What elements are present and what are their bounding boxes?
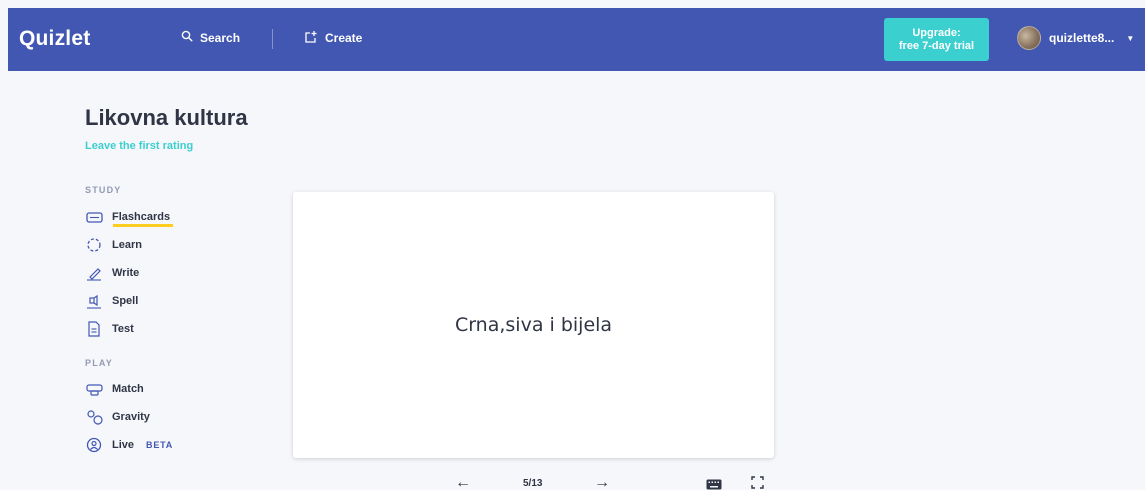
write-icon — [85, 265, 103, 281]
leave-rating-link[interactable]: Leave the first rating — [85, 140, 193, 152]
create-icon — [304, 30, 318, 46]
sidebar-item-gravity[interactable]: Gravity — [85, 409, 150, 425]
flashcard[interactable]: Crna,siva i bijela — [293, 192, 774, 458]
arrow-right-icon[interactable]: → — [594, 474, 610, 490]
flashcards-icon — [85, 209, 103, 225]
sidebar-item-label: Write — [112, 267, 140, 279]
keyboard-icon[interactable] — [706, 477, 722, 490]
top-navigation-bar: Quizlet Search Create Upgrade: free 7-da… — [8, 8, 1145, 71]
sidebar-item-label: Gravity — [112, 411, 150, 423]
nav-divider — [272, 29, 273, 49]
avatar — [1017, 26, 1041, 50]
sidebar-item-test[interactable]: Test — [85, 321, 134, 337]
card-counter: 5/13 — [523, 478, 543, 489]
test-icon — [85, 321, 103, 337]
sidebar-item-spell[interactable]: Spell — [85, 293, 138, 309]
sidebar-item-match[interactable]: Match — [85, 381, 144, 397]
spell-icon — [85, 293, 103, 309]
gravity-icon — [85, 409, 103, 425]
sidebar-item-label: Spell — [112, 295, 139, 307]
create-button[interactable]: Create — [304, 30, 362, 46]
user-menu[interactable]: quizlette8... ▼ — [1017, 26, 1134, 50]
sidebar-item-live[interactable]: Live BETA — [85, 437, 173, 453]
search-icon — [181, 30, 193, 45]
create-label: Create — [325, 31, 363, 45]
beta-badge: BETA — [146, 440, 174, 450]
set-title: Likovna kultura — [85, 105, 248, 130]
sidebar-item-label: Live — [112, 439, 135, 451]
sidebar-item-learn[interactable]: Learn — [85, 237, 142, 253]
search-button[interactable]: Search — [181, 30, 240, 45]
upgrade-button[interactable]: Upgrade: free 7-day trial — [884, 18, 989, 61]
search-label: Search — [200, 30, 241, 45]
sidebar-item-label: Learn — [112, 239, 142, 251]
arrow-left-icon[interactable]: ← — [455, 474, 471, 490]
sidebar-item-label: Match — [112, 383, 144, 395]
username: quizlette8... — [1049, 31, 1115, 45]
quizlet-logo[interactable]: Quizlet — [19, 27, 90, 51]
fullscreen-icon[interactable] — [751, 476, 764, 490]
sidebar-item-flashcards[interactable]: Flashcards — [85, 209, 170, 225]
active-item-underline — [113, 224, 173, 227]
play-section-label: PLAY — [85, 358, 113, 368]
match-icon — [85, 381, 103, 397]
study-section-label: STUDY — [85, 185, 122, 195]
sidebar-item-write[interactable]: Write — [85, 265, 139, 281]
flashcard-term: Crna,siva i bijela — [454, 314, 613, 336]
sidebar-item-label: Flashcards — [112, 211, 171, 223]
learn-icon — [85, 237, 103, 253]
live-icon — [85, 437, 103, 453]
chevron-down-icon: ▼ — [1126, 33, 1135, 43]
sidebar-item-label: Test — [112, 323, 134, 335]
